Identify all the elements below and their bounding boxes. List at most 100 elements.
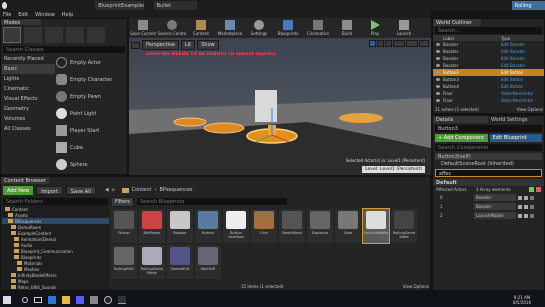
- unreal-editor-taskbar-icon[interactable]: [118, 295, 126, 304]
- outliner-row-type[interactable]: Edit Button: [501, 84, 523, 89]
- landscape-mode-icon[interactable]: [45, 27, 63, 43]
- asset-tile[interactable]: RollingGame State: [391, 209, 417, 243]
- windows-start-icon[interactable]: [3, 295, 11, 304]
- visibility-eye-icon[interactable]: [436, 78, 440, 81]
- place-item[interactable]: Player Start: [56, 122, 124, 139]
- cinematics-button[interactable]: Cinematics: [304, 20, 332, 36]
- details-search-input[interactable]: affec: [435, 169, 542, 177]
- array-element-dropdown[interactable]: Booster: [474, 203, 516, 210]
- import-button[interactable]: Import: [36, 185, 63, 195]
- outliner-row[interactable]: Floor StaticMeshActor: [433, 90, 544, 97]
- class-search-input[interactable]: Search Classes: [3, 46, 125, 53]
- rotate-icon[interactable]: [377, 40, 384, 47]
- grid-snap-icon[interactable]: [393, 40, 405, 47]
- component-root[interactable]: Button3(self): [435, 153, 542, 160]
- document-tab[interactable]: Bullet: [153, 1, 197, 10]
- element-options-icon[interactable]: [530, 213, 534, 218]
- translate-icon[interactable]: [369, 40, 376, 47]
- project-tab[interactable]: BlueprintExamples: [95, 1, 144, 10]
- place-item[interactable]: Empty Actor: [56, 54, 124, 71]
- file-explorer-icon[interactable]: [62, 295, 70, 304]
- show-button[interactable]: Show: [197, 40, 219, 50]
- place-item[interactable]: Empty Character: [56, 71, 124, 88]
- marketplace-button[interactable]: Marketplace: [216, 20, 244, 36]
- outliner-row[interactable]: Button3 Edit Button: [433, 76, 544, 83]
- outliner-view-options[interactable]: View Options: [517, 107, 543, 112]
- asset-tile[interactable]: LaunchMobile: [362, 208, 390, 244]
- unreal-launcher-icon[interactable]: [104, 295, 112, 304]
- outliner-search-input[interactable]: Search...: [435, 27, 542, 34]
- asset-tile[interactable]: Coin: [251, 209, 277, 243]
- visibility-eye-icon[interactable]: [436, 92, 440, 95]
- forward-arrow-icon[interactable]: ▶: [112, 187, 116, 193]
- visibility-eye-icon[interactable]: [436, 50, 440, 53]
- perspective-button[interactable]: Perspective: [142, 40, 179, 50]
- add-new-button[interactable]: Add New: [3, 185, 34, 195]
- category-volumes[interactable]: Volumes: [2, 114, 55, 124]
- clear-array-icon[interactable]: [536, 187, 541, 192]
- outliner-col-type[interactable]: Type: [501, 36, 510, 41]
- save-current-button[interactable]: Save Current: [130, 20, 156, 36]
- category-lights[interactable]: Lights: [2, 74, 55, 84]
- actor-name-field[interactable]: Button3: [435, 125, 542, 132]
- details-tab[interactable]: Details: [433, 116, 488, 123]
- asset-tile[interactable]: Button: [195, 209, 221, 243]
- clock[interactable]: 9:21 AM 8/5/2016: [513, 295, 531, 305]
- outliner-row-type[interactable]: Edit Booster: [501, 49, 525, 54]
- task-view-icon[interactable]: [34, 296, 42, 303]
- save-all-button[interactable]: Save All: [65, 185, 96, 195]
- outliner-row[interactable]: Floor StaticMeshActor: [433, 97, 544, 104]
- menu-help[interactable]: Help: [62, 12, 73, 18]
- place-mode-icon[interactable]: [3, 27, 21, 43]
- app-icon[interactable]: [90, 295, 98, 304]
- outliner-row[interactable]: Booster Edit Booster: [433, 41, 544, 48]
- menu-edit[interactable]: Edit: [18, 12, 28, 18]
- category-all-classes[interactable]: All Classes: [2, 124, 55, 134]
- element-options-icon[interactable]: [530, 195, 534, 200]
- outliner-row-type[interactable]: Edit Booster: [501, 63, 525, 68]
- outliner-row-type[interactable]: Edit Booster: [501, 56, 525, 61]
- foliage-mode-icon[interactable]: [66, 27, 84, 43]
- source-control-button[interactable]: Source Control: [158, 20, 186, 36]
- path-content[interactable]: Content: [132, 187, 152, 193]
- array-element-dropdown[interactable]: Booster: [474, 194, 516, 201]
- level-viewport[interactable]: Perspective Lit Show LIGHTING NEEDS TO B…: [129, 38, 431, 175]
- outliner-row[interactable]: Booster Edit Booster: [433, 62, 544, 69]
- outliner-row-type[interactable]: Edit Button: [501, 70, 523, 75]
- play-button[interactable]: Play: [362, 20, 388, 36]
- browse-icon[interactable]: [524, 204, 528, 209]
- visibility-eye-icon[interactable]: [436, 99, 440, 102]
- store-icon[interactable]: [76, 295, 84, 304]
- geometry-mode-icon[interactable]: [87, 27, 105, 43]
- asset-tile[interactable]: Explosive: [307, 209, 333, 243]
- content-button[interactable]: Content: [188, 20, 214, 36]
- menu-window[interactable]: Window: [35, 12, 55, 18]
- asset-tile[interactable]: DeathBlock: [279, 209, 305, 243]
- paint-mode-icon[interactable]: [24, 27, 42, 43]
- angle-snap-icon[interactable]: [406, 40, 418, 47]
- menu-file[interactable]: File: [3, 12, 11, 18]
- add-component-button[interactable]: + Add Component: [435, 134, 488, 142]
- add-element-icon[interactable]: [529, 187, 534, 192]
- viewport-menu-button[interactable]: [131, 41, 140, 49]
- visibility-eye-icon[interactable]: [436, 57, 440, 60]
- asset-tile[interactable]: Pickup: [111, 209, 137, 243]
- browse-icon[interactable]: [524, 195, 528, 200]
- category-basic[interactable]: Basic: [2, 64, 55, 74]
- folder-search-input[interactable]: Search Folders: [3, 198, 108, 205]
- asset-tile[interactable]: RollingGame Mode: [139, 245, 165, 279]
- default-section[interactable]: Default: [433, 179, 544, 186]
- back-arrow-icon[interactable]: ◀: [105, 187, 109, 193]
- content-browser-tab[interactable]: Content Browser: [1, 177, 49, 184]
- visibility-eye-icon[interactable]: [436, 64, 440, 67]
- scale-icon[interactable]: [385, 40, 392, 47]
- place-item[interactable]: Sphere: [56, 156, 124, 173]
- blueprints-button[interactable]: Blueprints: [274, 20, 302, 36]
- asset-tile[interactable]: Booster: [167, 209, 193, 243]
- asset-tile[interactable]: Button Interface: [223, 209, 249, 243]
- visibility-eye-icon[interactable]: [436, 85, 440, 88]
- outliner-tab[interactable]: World Outliner: [433, 19, 481, 26]
- outliner-col-label[interactable]: Label: [433, 36, 501, 41]
- edge-browser-icon[interactable]: [48, 295, 56, 304]
- outliner-row[interactable]: Booster Edit Booster: [433, 48, 544, 55]
